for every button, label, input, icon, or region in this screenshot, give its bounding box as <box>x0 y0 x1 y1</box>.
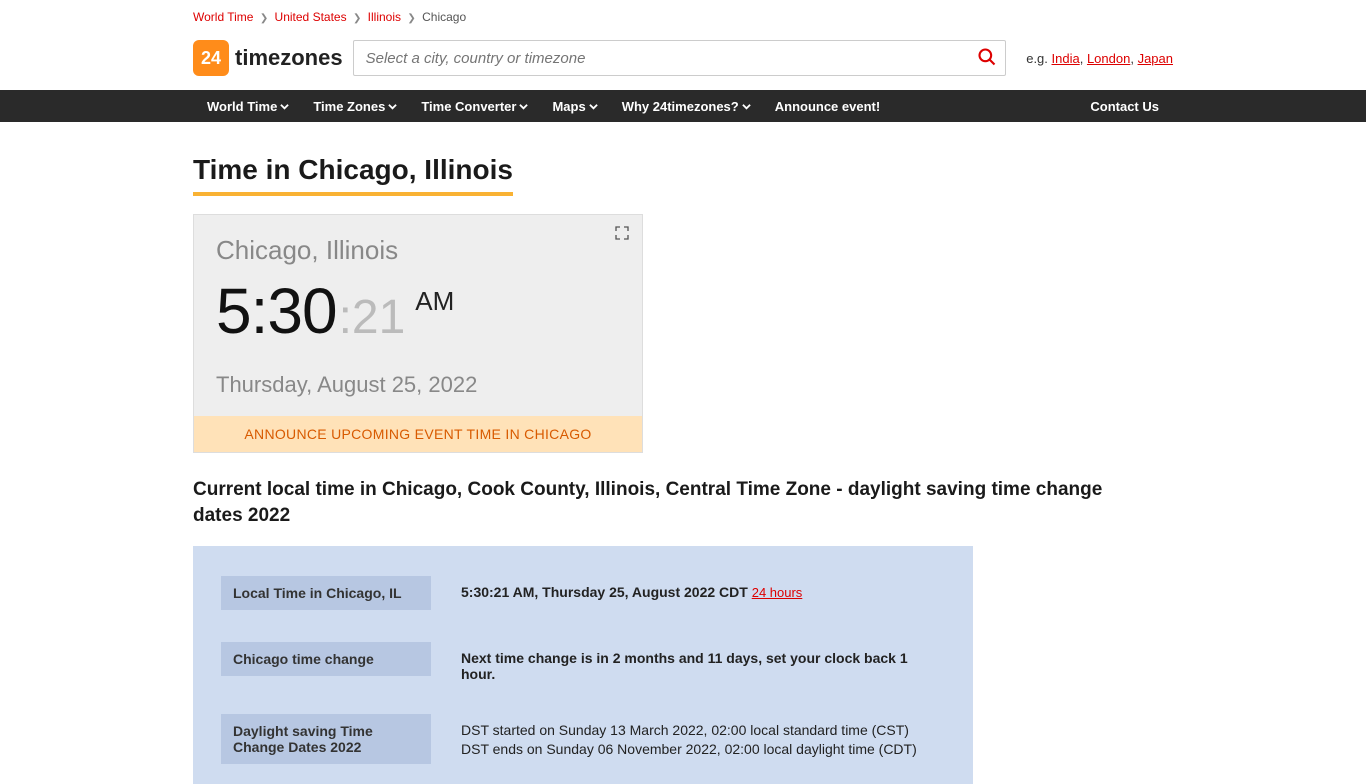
info-label: Chicago time change <box>221 642 431 676</box>
info-value: 5:30:21 AM, Thursday 25, August 2022 CDT… <box>461 576 945 600</box>
search-input[interactable] <box>353 40 1007 76</box>
info-row-dst: Daylight saving Time Change Dates 2022 D… <box>221 714 945 764</box>
info-value: Next time change is in 2 months and 11 d… <box>461 642 945 682</box>
expand-icon[interactable] <box>614 225 630 246</box>
breadcrumb: World Time ❯ United States ❯ Illinois ❯ … <box>193 0 1173 32</box>
eg-link[interactable]: India <box>1052 51 1080 66</box>
info-label: Local Time in Chicago, IL <box>221 576 431 610</box>
eg-link[interactable]: London <box>1087 51 1130 66</box>
search-button[interactable] <box>968 40 1006 76</box>
chevron-down-icon <box>280 99 289 114</box>
chevron-down-icon <box>742 99 751 114</box>
example-links: e.g. India, London, Japan <box>1026 51 1173 66</box>
nav-announce[interactable]: Announce event! <box>775 99 880 114</box>
nav-items: World Time Time Zones Time Converter Map… <box>207 99 880 114</box>
info-panel: Local Time in Chicago, IL 5:30:21 AM, Th… <box>193 546 973 784</box>
chevron-right-icon: ❯ <box>407 13 415 24</box>
chevron-down-icon <box>519 99 528 114</box>
logo-box: 24 <box>193 40 229 76</box>
page-title: Time in Chicago, Illinois <box>193 154 513 196</box>
sub-heading: Current local time in Chicago, Cook Coun… <box>193 477 1113 528</box>
info-value: DST started on Sunday 13 March 2022, 02:… <box>461 714 945 760</box>
nav-why[interactable]: Why 24timezones? <box>622 99 751 114</box>
nav-maps[interactable]: Maps <box>552 99 597 114</box>
clock-date: Thursday, August 25, 2022 <box>216 372 620 398</box>
eg-link[interactable]: Japan <box>1138 51 1173 66</box>
nav-time-converter[interactable]: Time Converter <box>421 99 528 114</box>
time-seconds: :21 <box>339 290 406 345</box>
navbar: World Time Time Zones Time Converter Map… <box>0 90 1366 122</box>
announce-button[interactable]: ANNOUNCE UPCOMING EVENT TIME IN CHICAGO <box>194 416 642 452</box>
24-hours-link[interactable]: 24 hours <box>752 585 803 600</box>
breadcrumb-current: Chicago <box>422 10 466 24</box>
chevron-down-icon <box>388 99 397 114</box>
nav-contact[interactable]: Contact Us <box>1090 99 1159 114</box>
clock-city: Chicago, Illinois <box>216 235 620 266</box>
breadcrumb-link[interactable]: United States <box>275 10 347 24</box>
logo-text: timezones <box>235 45 343 71</box>
time-ampm: AM <box>415 286 454 317</box>
chevron-down-icon <box>589 99 598 114</box>
chevron-right-icon: ❯ <box>353 13 361 24</box>
nav-world-time[interactable]: World Time <box>207 99 289 114</box>
breadcrumb-link[interactable]: World Time <box>193 10 253 24</box>
header: 24 timezones e.g. India, London, Japan <box>193 32 1173 90</box>
time-main: 5:30 <box>216 274 337 348</box>
chevron-right-icon: ❯ <box>260 13 268 24</box>
info-row-local-time: Local Time in Chicago, IL 5:30:21 AM, Th… <box>221 576 945 610</box>
clock-time: 5:30 :21 AM <box>216 274 620 348</box>
info-label: Daylight saving Time Change Dates 2022 <box>221 714 431 764</box>
logo[interactable]: 24 timezones <box>193 40 343 76</box>
nav-time-zones[interactable]: Time Zones <box>313 99 397 114</box>
search-icon <box>977 47 997 70</box>
breadcrumb-link[interactable]: Illinois <box>368 10 401 24</box>
search-wrap <box>353 40 1007 76</box>
info-row-time-change: Chicago time change Next time change is … <box>221 642 945 682</box>
clock-card: Chicago, Illinois 5:30 :21 AM Thursday, … <box>193 214 643 453</box>
